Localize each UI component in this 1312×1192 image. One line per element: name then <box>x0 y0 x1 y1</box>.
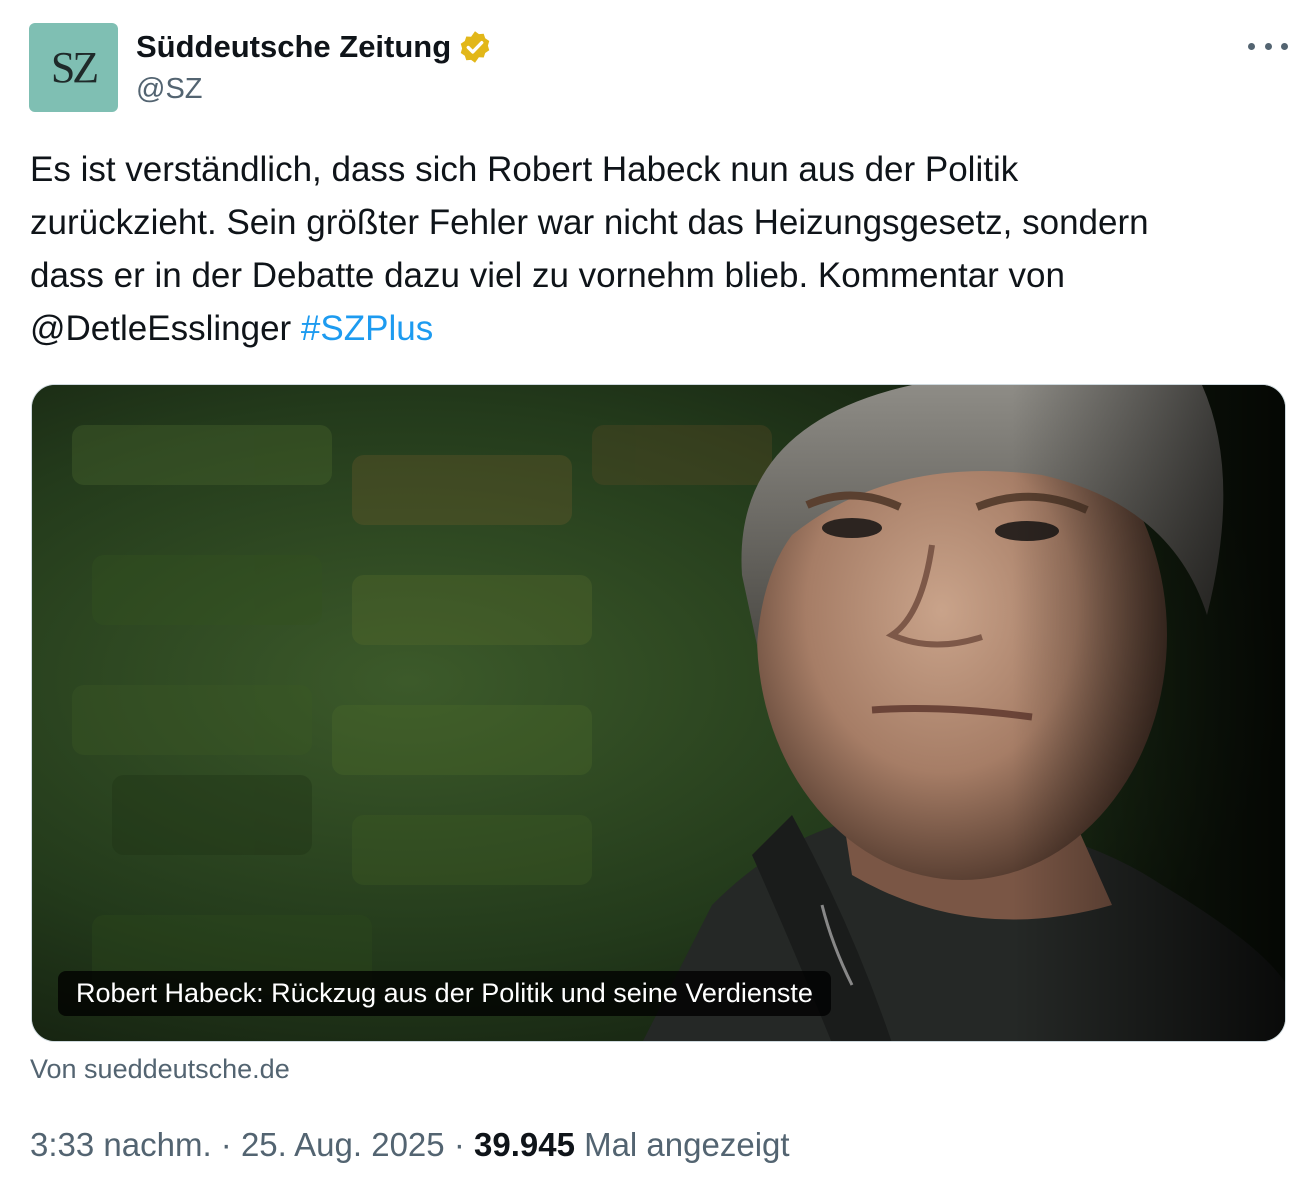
hashtag-link[interactable]: #SZPlus <box>301 309 433 348</box>
author-mention-link[interactable]: @DetleEsslinger <box>30 309 291 348</box>
article-photo <box>32 385 1285 1041</box>
more-options-icon[interactable] <box>1248 31 1288 61</box>
author-avatar[interactable]: SZ <box>29 23 118 112</box>
tweet-time[interactable]: 3:33 nachm. <box>30 1126 212 1163</box>
sz-logo: SZ <box>50 43 99 92</box>
meta-separator: · <box>211 1126 241 1163</box>
tweet-date[interactable]: 25. Aug. 2025 <box>241 1126 445 1163</box>
tweet-text-line: @DetleEsslinger #SZPlus <box>30 302 1290 355</box>
views-label: Mal angezeigt <box>574 1126 790 1163</box>
more-dot <box>1248 42 1255 50</box>
more-dot <box>1281 42 1288 50</box>
tweet-text-line: dass er in der Debatte dazu viel zu vorn… <box>30 256 1065 295</box>
tweet-meta: 3:33 nachm. · 25. Aug. 2025 · 39.945 Mal… <box>30 1126 790 1164</box>
link-preview-card[interactable]: Robert Habeck: Rückzug aus der Politik u… <box>31 384 1286 1042</box>
card-caption: Robert Habeck: Rückzug aus der Politik u… <box>58 971 831 1016</box>
tweet-text: Es ist verständlich, dass sich Robert Ha… <box>30 143 1290 355</box>
meta-separator: · <box>444 1126 474 1163</box>
card-source-link[interactable]: Von sueddeutsche.de <box>30 1054 290 1085</box>
tweet-text-line: Es ist verständlich, dass sich Robert Ha… <box>30 150 1019 189</box>
more-dot <box>1264 42 1272 50</box>
tweet-text-line: zurückzieht. Sein größter Fehler war nic… <box>30 203 1149 242</box>
author-handle[interactable]: @SZ <box>136 73 203 106</box>
verified-badge-icon[interactable] <box>457 29 493 65</box>
views-count: 39.945 <box>473 1126 575 1163</box>
author-display-name[interactable]: Süddeutsche Zeitung <box>136 29 451 65</box>
author-name-row: Süddeutsche Zeitung <box>136 27 493 67</box>
